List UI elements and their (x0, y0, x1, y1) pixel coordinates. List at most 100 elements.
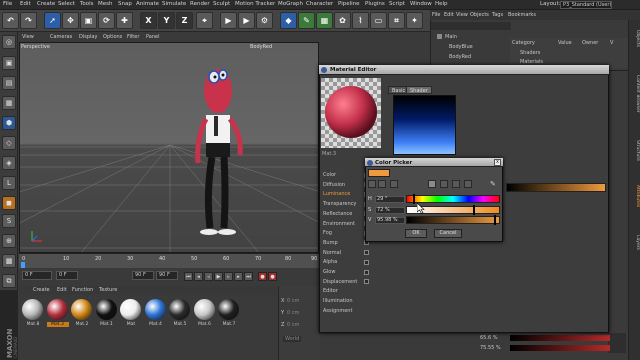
material-label[interactable]: Mat.6 (194, 322, 216, 327)
go-to-start-icon[interactable]: ⏮ (184, 272, 193, 281)
obj-menu-tags[interactable]: Tags (492, 12, 503, 18)
mat-menu-texture[interactable]: Texture (99, 287, 117, 293)
rotate-icon[interactable]: ⟳ (98, 12, 115, 29)
viewport-menu-view[interactable]: View (22, 34, 34, 40)
max-frame-field[interactable]: 90 F (156, 271, 178, 280)
row-shaders[interactable]: Shaders (520, 50, 540, 56)
rgb-mode-icon[interactable] (440, 180, 448, 188)
channel-item[interactable]: Fog (323, 230, 332, 236)
viewport-menu-options[interactable]: Options (103, 34, 122, 40)
menu-mesh[interactable]: Mesh (98, 1, 112, 7)
color-picker-close-button[interactable]: x (494, 159, 501, 166)
object-bodyblue[interactable]: BodyBlue (449, 44, 473, 50)
material-preview[interactable] (321, 78, 381, 148)
spectrum-icon[interactable] (378, 180, 386, 188)
mirror-icon[interactable]: ⧉ (2, 274, 16, 288)
material-label[interactable]: Mat.7 (218, 322, 240, 327)
3d-viewport[interactable] (19, 42, 319, 253)
menu-render[interactable]: Render (190, 1, 210, 7)
move-icon[interactable]: ✥ (62, 12, 79, 29)
layout-select[interactable]: P3_Standard (User) (560, 1, 612, 9)
channel-checkbox[interactable] (364, 259, 369, 265)
cube-icon[interactable]: ◆ (280, 12, 297, 29)
channel-item[interactable]: Color (323, 172, 336, 178)
cancel-button[interactable]: Cancel (434, 229, 462, 238)
channel-item[interactable]: Normal (323, 250, 341, 256)
material-label[interactable]: Mat.3 (46, 322, 69, 327)
mat-menu-create[interactable]: Create (33, 287, 50, 293)
y-axis-lock-button[interactable]: Y (158, 12, 175, 29)
lock-workplane-icon[interactable]: ⊕ (2, 234, 16, 248)
pen-icon[interactable]: ✎ (298, 12, 315, 29)
viewport-menu-display[interactable]: Display (79, 34, 97, 40)
coord-x-value[interactable]: 0 cm (287, 298, 299, 304)
mat-menu-edit[interactable]: Edit (57, 287, 67, 293)
object-bodyred[interactable]: BodyRed (449, 54, 471, 60)
material-label[interactable]: Mat.1 (96, 322, 118, 327)
channel-item[interactable]: Alpha (323, 259, 337, 265)
camera-icon[interactable]: ⌗ (388, 12, 405, 29)
channel-item[interactable]: Bump (323, 240, 338, 246)
start-frame-field[interactable]: 0 F (22, 271, 52, 280)
go-to-end-icon[interactable]: ⏭ (244, 272, 253, 281)
coord-world-select[interactable]: World (283, 336, 302, 342)
polygons-mode-icon[interactable]: ◈ (2, 156, 16, 170)
deformer-icon[interactable]: ⌇ (352, 12, 369, 29)
light-icon[interactable]: ✦ (406, 12, 423, 29)
menu-file[interactable]: File (3, 1, 12, 7)
color-picker-swatch[interactable] (368, 169, 390, 177)
hsv-mode-icon[interactable] (428, 180, 436, 188)
material-label[interactable]: Mat.5 (169, 322, 191, 327)
value-field[interactable]: 95.98 % (375, 217, 405, 224)
record-icon[interactable]: ● (258, 272, 267, 281)
material-thumb[interactable] (22, 299, 43, 320)
menu-plugins[interactable]: Plugins (365, 1, 385, 7)
array-icon[interactable]: ✿ (334, 12, 351, 29)
model-mode-icon[interactable]: ▣ (2, 56, 16, 70)
obj-menu-view[interactable]: View (456, 12, 468, 18)
menu-snap[interactable]: Snap (118, 1, 132, 7)
saturation-field[interactable]: 72 % (375, 207, 405, 214)
coord-y-value[interactable]: 0 cm (287, 310, 299, 316)
menu-mograph[interactable]: MoGraph (278, 1, 303, 7)
eyedropper-icon[interactable]: ✎ (490, 180, 498, 188)
channel-item[interactable]: Displacement (323, 279, 357, 285)
material-label[interactable]: Mat.8 (22, 322, 44, 327)
color-picker-titlebar[interactable]: Color Picker (365, 158, 503, 167)
attr-value-2[interactable]: 75.55 % (480, 345, 501, 351)
channel-checkbox[interactable] (364, 250, 369, 256)
tab-shader[interactable]: Shader (406, 86, 432, 94)
vtab-structure[interactable]: Structure (630, 140, 640, 161)
material-editor-titlebar[interactable]: Material Editor (319, 65, 609, 75)
shader-preview[interactable] (393, 95, 456, 155)
material-thumb[interactable] (218, 299, 239, 320)
value-slider[interactable] (406, 216, 500, 224)
menu-edit[interactable]: Edit (20, 1, 31, 7)
attr-gradient-2[interactable] (510, 345, 610, 351)
undo-icon[interactable]: ↶ (2, 12, 19, 29)
material-thumb[interactable] (144, 299, 166, 320)
grid-icon[interactable]: ▩ (2, 254, 16, 268)
channel-item[interactable]: Glow (323, 269, 335, 275)
menu-select[interactable]: Select (58, 1, 75, 7)
render-settings-icon[interactable]: ⚙ (256, 12, 273, 29)
menu-tools[interactable]: Tools (80, 1, 94, 7)
channel-item[interactable]: Editor (323, 288, 338, 294)
menu-character[interactable]: Character (306, 1, 333, 7)
vtab-content-browser[interactable]: Content Browser (630, 75, 640, 113)
prev-key-icon[interactable]: ◂ (194, 272, 203, 281)
material-thumb[interactable] (120, 299, 141, 320)
make-editable-icon[interactable]: ◎ (2, 35, 16, 49)
channel-item[interactable]: Diffusion (323, 182, 345, 188)
obj-menu-edit[interactable]: Edit (444, 12, 454, 18)
kelvin-mode-icon[interactable] (452, 180, 460, 188)
viewport-menu-panel[interactable]: Panel (146, 34, 160, 40)
menu-pipeline[interactable]: Pipeline (338, 1, 360, 7)
channel-checkbox[interactable] (364, 279, 369, 285)
render-view-icon[interactable]: ▶ (220, 12, 237, 29)
z-axis-lock-button[interactable]: Z (176, 12, 193, 29)
color-wheel-icon[interactable] (368, 180, 376, 188)
timeline-ruler[interactable]: 0 10 20 30 40 50 60 70 80 90 (19, 253, 319, 268)
end-frame-field[interactable]: 90 F (132, 271, 154, 280)
next-key-icon[interactable]: ▸ (234, 272, 243, 281)
